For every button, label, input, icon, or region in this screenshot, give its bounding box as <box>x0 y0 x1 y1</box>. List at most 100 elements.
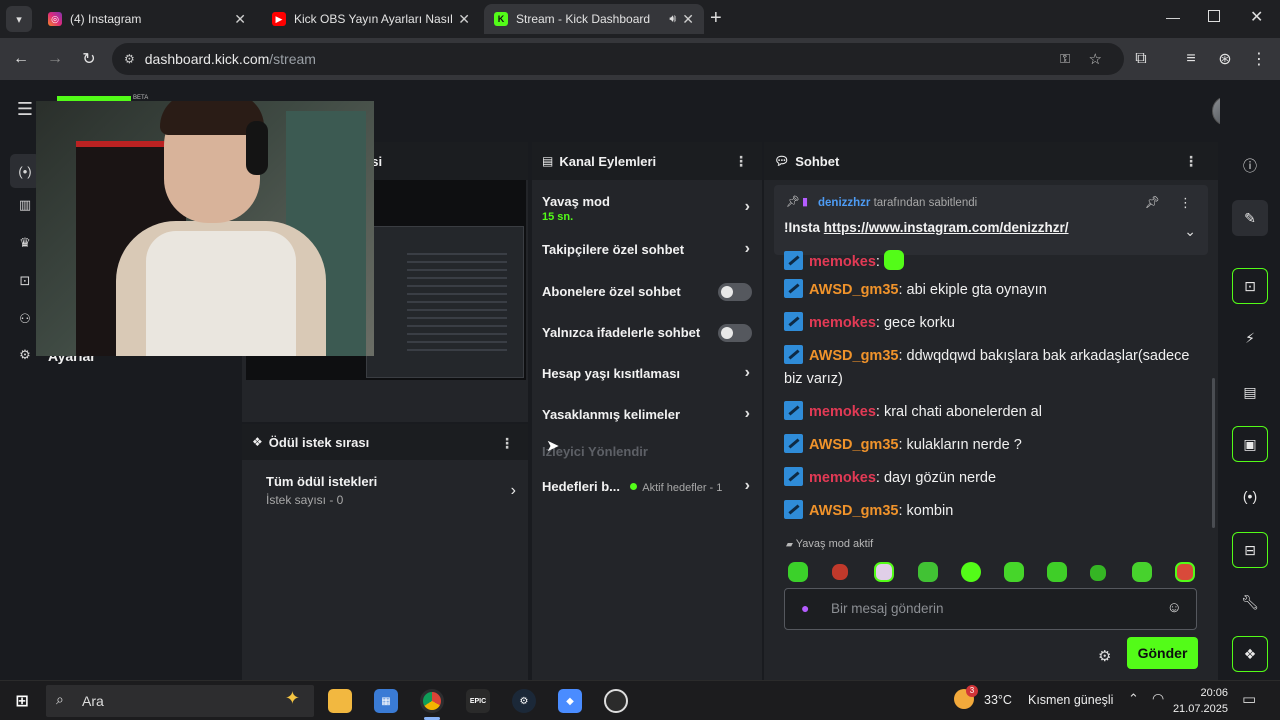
epic-games-icon[interactable]: EPIC <box>466 689 490 713</box>
file-explorer-icon[interactable] <box>328 689 352 713</box>
chat-message[interactable]: memokes: <box>784 250 1194 272</box>
emote-icon[interactable] <box>1047 562 1067 582</box>
notes-icon[interactable]: ▤ <box>1232 374 1268 410</box>
chat-username[interactable]: AWSD_gm35 <box>809 503 898 519</box>
chat-username[interactable]: AWSD_gm35 <box>809 437 898 453</box>
maximize-button[interactable] <box>1208 10 1220 22</box>
trophy-icon[interactable]: ♛ <box>14 232 36 254</box>
windows-start-icon[interactable]: ⊞ <box>10 689 34 713</box>
emote-icon[interactable] <box>1090 565 1106 581</box>
emoji-icon[interactable]: ☺ <box>1167 599 1182 616</box>
reload-button[interactable]: ↻ <box>78 48 100 70</box>
chevron-down-icon[interactable]: ⌄ <box>1184 223 1196 240</box>
pinned-link[interactable]: https://www.instagram.com/denizzhzr/ <box>824 220 1069 235</box>
chat-username[interactable]: AWSD_gm35 <box>809 348 898 364</box>
obs-icon[interactable] <box>604 689 628 713</box>
account-age-row[interactable]: Hesap yaşı kısıtlaması › <box>542 364 752 381</box>
close-window-button[interactable]: ✕ <box>1250 7 1263 27</box>
chat-username[interactable]: AWSD_gm35 <box>809 282 898 298</box>
tab-search-button[interactable]: ▾ <box>6 6 32 32</box>
media-controls-icon[interactable]: ≡ <box>1180 48 1202 70</box>
chat-username[interactable]: memokes <box>809 470 876 486</box>
profile-icon[interactable]: ⊛ <box>1214 48 1236 70</box>
speaker-icon[interactable]: 🔊︎ <box>669 13 676 26</box>
tab-kick-dashboard[interactable]: K Stream - Kick Dashboard 🔊︎ ✕ <box>484 4 704 34</box>
extensions-icon[interactable]: ⧉ <box>1130 48 1152 70</box>
quick-actions-icon[interactable]: ⚡︎ <box>1232 320 1268 356</box>
chat-tool-icon[interactable]: ▣ <box>1232 426 1268 462</box>
chat-scrollbar[interactable] <box>1212 378 1215 528</box>
edit-icon[interactable]: ✎ <box>1232 200 1268 236</box>
new-tab-button[interactable]: + <box>710 7 722 30</box>
clock[interactable]: 20:06 21.07.2025 <box>1172 685 1228 717</box>
chat-settings-icon[interactable]: ⚙ <box>1098 647 1111 665</box>
subscribers-only-toggle[interactable] <box>718 283 752 301</box>
chat-message[interactable]: AWSD_gm35: abi ekiple gta oynayın <box>784 279 1194 302</box>
followers-only-row[interactable]: Takipçilere özel sohbet › <box>542 240 752 257</box>
chat-username[interactable]: memokes <box>809 254 876 270</box>
site-settings-icon[interactable]: ⚙ <box>124 52 135 66</box>
info-icon[interactable]: ⓘ <box>1232 148 1268 184</box>
unpin-icon[interactable]: 📌︎ <box>1145 195 1160 209</box>
moderation-icon[interactable]: ⊡ <box>14 270 36 292</box>
weather-widget[interactable]: 3 33°C Kısmen güneşli <box>954 685 1113 713</box>
goals-row[interactable]: Hedefleri b... Aktif hedefler - 1 › <box>542 477 752 494</box>
taskbar-search[interactable]: ⌕ Ara ✦ <box>46 685 314 717</box>
tab-instagram[interactable]: ◎ (4) Instagram ✕ <box>38 4 256 34</box>
minimize-button[interactable]: — <box>1166 9 1180 25</box>
chevron-up-icon[interactable]: ⌃ <box>1128 691 1139 707</box>
chat-message[interactable]: AWSD_gm35: ddwqdqwd bakışlara bak arkada… <box>784 345 1194 391</box>
more-options-icon[interactable]: ⋮ <box>500 435 514 452</box>
community-icon[interactable]: ⚇ <box>14 308 36 330</box>
chrome-icon[interactable] <box>420 689 444 713</box>
close-icon[interactable]: ✕ <box>234 11 246 28</box>
chat-username[interactable]: memokes <box>809 315 876 331</box>
emote-only-toggle[interactable] <box>718 324 752 342</box>
chat-message[interactable]: AWSD_gm35: kulakların nerde ? <box>784 434 1194 457</box>
emote-icon[interactable] <box>961 562 981 582</box>
pinned-message[interactable]: 📌︎ ▮ denizzhzr tarafından sabitlendi 📌︎ … <box>774 185 1208 255</box>
emote-icon[interactable] <box>918 562 938 582</box>
notifications-icon[interactable]: ▭ <box>1242 690 1256 708</box>
emote-icon[interactable] <box>832 564 848 580</box>
close-icon[interactable]: ✕ <box>458 11 470 28</box>
chat-message[interactable]: AWSD_gm35: kombin <box>784 500 1194 523</box>
emote-icon[interactable] <box>874 562 894 582</box>
address-bar[interactable]: ⚙ dashboard.kick.com/stream ⚿ ☆ <box>112 43 1124 75</box>
emote-icon[interactable] <box>1004 562 1024 582</box>
close-icon[interactable]: ✕ <box>682 11 694 28</box>
wrench-icon[interactable]: 🔧︎ <box>1232 584 1268 620</box>
emote-icon[interactable] <box>788 562 808 582</box>
menu-icon[interactable]: ⋮ <box>1248 48 1270 70</box>
reward-list-item[interactable]: Tüm ödül istekleri İstek sayısı - 0 › <box>266 474 516 514</box>
roblox-icon[interactable]: ◆ <box>558 689 582 713</box>
chat-message[interactable]: memokes: dayı gözün nerde <box>784 467 1194 490</box>
hamburger-menu-icon[interactable]: ☰ <box>14 98 36 120</box>
tab-youtube[interactable]: ▶ Kick OBS Yayın Ayarları Nasıl Ya ✕ <box>262 4 480 34</box>
emote-icon[interactable] <box>1175 562 1195 582</box>
moderation-tool-icon[interactable]: ⊡ <box>1232 268 1268 304</box>
more-options-icon[interactable]: ⋮ <box>1184 153 1198 170</box>
chat-message[interactable]: memokes: gece korku <box>784 312 1194 335</box>
microsoft-store-icon[interactable]: ▦ <box>374 689 398 713</box>
wifi-icon[interactable]: ◠ <box>1152 690 1164 707</box>
chat-input[interactable]: ● Bir mesaj gönderin ☺ <box>784 588 1197 630</box>
emote-icon[interactable] <box>1132 562 1152 582</box>
bookmark-star-icon[interactable]: ☆ <box>1089 50 1102 68</box>
more-options-icon[interactable]: ⋮ <box>734 153 748 170</box>
back-button[interactable]: ← <box>10 48 32 70</box>
stream-layout-icon[interactable]: ⊟ <box>1232 532 1268 568</box>
analytics-icon[interactable]: ▥ <box>14 194 36 216</box>
send-button[interactable]: Gönder <box>1127 637 1198 669</box>
slow-mode-row[interactable]: Yavaş mod 15 sn. › <box>542 194 752 228</box>
add-widget-icon[interactable]: ❖ <box>1232 636 1268 672</box>
forward-button[interactable]: → <box>44 48 66 70</box>
chat-username[interactable]: memokes <box>809 404 876 420</box>
chat-message[interactable]: memokes: kral chati abonelerden al <box>784 401 1194 424</box>
steam-icon[interactable]: ⚙ <box>512 689 536 713</box>
settings-icon[interactable]: ⚙ <box>14 344 36 366</box>
more-options-icon[interactable]: ⋮ <box>1179 195 1192 211</box>
broadcast-icon[interactable]: (•) <box>1232 478 1268 514</box>
password-key-icon[interactable]: ⚿ <box>1060 51 1070 67</box>
banned-words-row[interactable]: Yasaklanmış kelimeler › <box>542 405 752 422</box>
